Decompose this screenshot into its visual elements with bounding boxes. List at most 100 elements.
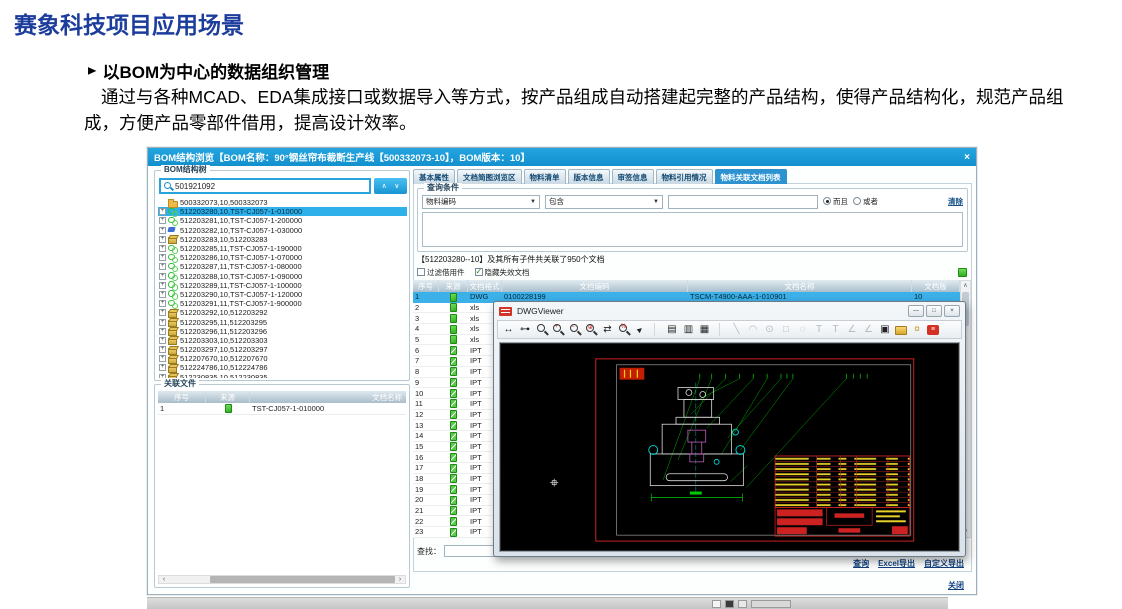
expand-icon[interactable] [159,337,166,344]
tab[interactable]: 审签信息 [612,169,654,184]
checkbox-checked-icon[interactable] [475,268,483,276]
tab[interactable]: 物料清单 [524,169,566,184]
tree-item[interactable]: 512203288,10,TST-CJ057-1-090000 [158,272,407,281]
checkbox-unchecked-icon[interactable] [417,268,425,276]
custom-export-link[interactable]: 自定义导出 [924,558,964,569]
minimize-button[interactable]: — [908,305,924,317]
clear-link[interactable]: 清除 [948,196,963,207]
radio-unselected-icon[interactable] [853,197,861,205]
expand-icon[interactable] [159,374,166,378]
tree-item[interactable]: 512207670,10,512207670 [158,354,407,363]
expand-icon[interactable] [159,282,166,289]
expand-icon[interactable] [159,245,166,252]
expand-icon[interactable] [159,319,166,326]
operator-select[interactable]: 包含 ▼ [545,195,663,209]
radio-selected-icon[interactable] [823,197,831,205]
expand-icon[interactable] [159,263,166,270]
tree-item[interactable]: 512203283,10,512203283 [158,235,407,244]
tree-item[interactable]: 512203281,10,TST-CJ057-1-200000 [158,216,407,225]
query-value-input[interactable] [668,195,818,209]
tree-item[interactable]: 512203303,10,512203303 [158,336,407,345]
expand-icon[interactable] [159,227,166,234]
tree-item[interactable]: 512203280,10,TST-CJ057-1-010000 [158,207,407,216]
tree-search-input[interactable] [173,182,367,191]
view-pan-icon[interactable]: ⇄ [601,323,614,336]
search-down-icon[interactable]: ∨ [394,182,399,190]
tree-item[interactable]: 512203297,10,512203297 [158,345,407,354]
tab[interactable]: 版本信息 [568,169,610,184]
expand-icon[interactable] [159,300,166,307]
zoom-out-icon[interactable]: − [568,323,581,336]
copy-icon[interactable]: ▤ [666,323,679,336]
tab[interactable]: 文档简图浏览区 [457,169,522,184]
zoom-window-icon[interactable] [535,323,548,336]
expand-icon[interactable] [159,309,166,316]
tree-item[interactable]: 512203290,10,TST-CJ057-1-120000 [158,290,407,299]
edit-icon[interactable]: ∠ [862,323,875,336]
expand-icon[interactable] [159,236,166,243]
circle-icon[interactable]: ⊙ [763,323,776,336]
scrollbar-thumb[interactable] [210,576,395,583]
radio-and[interactable]: 而且 [823,196,848,207]
print-icon[interactable]: ▦ [699,323,720,336]
scroll-left-icon[interactable]: ‹ [159,576,169,583]
scroll-right-icon[interactable]: › [395,576,405,583]
expand-icon[interactable] [159,273,166,280]
thumbnail-view-icon[interactable] [958,268,967,277]
horizontal-scrollbar[interactable]: ‹ › [158,575,406,584]
tree-item[interactable]: 512224786,10,512224786 [158,363,407,372]
open-folder-icon[interactable] [895,326,907,335]
rect-icon[interactable]: □ [780,323,793,336]
tree-item[interactable]: 500332073,10,500332073 [158,198,407,207]
close-link[interactable]: 关闭 [948,580,964,591]
expand-icon[interactable] [159,364,166,371]
tree-item[interactable]: 512203282,10,TST-CJ057-1-030000 [158,226,407,235]
cad-canvas[interactable] [499,342,960,552]
expand-icon[interactable] [159,254,166,261]
tree-item[interactable]: 512203286,10,TST-CJ057-1-070000 [158,253,407,262]
query-link[interactable]: 查询 [853,558,869,569]
tree-item[interactable]: 512203287,11,TST-CJ057-1-080000 [158,262,407,271]
text-icon[interactable]: T [813,323,826,336]
tree-item[interactable]: 512203296,11,512203296 [158,327,407,336]
delete-icon[interactable]: ∠ [846,323,859,336]
maximize-button[interactable]: □ [926,305,942,317]
tab[interactable]: 物料关联文档列表 [715,169,787,184]
pointer-icon[interactable]: ► [634,323,655,336]
measure-icon[interactable]: ⊶ [519,323,532,336]
expand-icon[interactable] [159,355,166,362]
preview-icon[interactable]: ▥ [682,323,695,336]
arc-icon[interactable]: ◠ [747,323,760,336]
pan-icon[interactable]: ↔ [502,323,515,336]
expand-icon[interactable] [159,328,166,335]
query-conditions-listbox[interactable] [422,212,963,247]
expand-icon[interactable] [159,208,166,215]
search-up-icon[interactable]: ∧ [382,182,387,190]
line-icon[interactable]: ╲ [730,323,743,336]
print-pdf-icon[interactable]: ≡ [927,325,939,335]
tree-item[interactable]: 512203292,10,512203292 [158,308,407,317]
filter-borrowed-checkbox[interactable]: 过滤借用件 [417,267,465,278]
hide-invalid-checkbox[interactable]: 隐藏失效文档 [475,267,530,278]
zoom-extents-icon[interactable]: ⊕ [585,323,598,336]
dwg-titlebar[interactable]: DWGViewer — □ × [494,302,965,320]
save-icon[interactable]: ▣ [879,323,892,336]
search-prev-next-buttons[interactable]: ∧ ∨ [374,178,407,194]
expand-icon[interactable] [159,217,166,224]
excel-export-link[interactable]: Excel导出 [878,558,915,569]
sign-icon[interactable]: ¤ [911,323,924,336]
tab[interactable]: 物料引用情况 [656,169,713,184]
expand-icon[interactable] [159,346,166,353]
tree-item[interactable]: 512230835,10,512230835 [158,373,407,378]
zoom-scale-icon[interactable]: % [618,323,631,336]
radio-or[interactable]: 或者 [853,196,878,207]
related-file-row[interactable]: 1 TST-CJ057-1-010000 [158,403,406,415]
tree-search-box[interactable] [159,178,371,194]
text-style-icon[interactable]: T [829,323,842,336]
field-select[interactable]: 物料编码 ▼ [422,195,540,209]
ellipse-icon[interactable]: ◌ [796,323,809,336]
tree-item[interactable]: 512203285,11,TST-CJ057-1-190000 [158,244,407,253]
zoom-in-icon[interactable]: + [552,323,565,336]
tab[interactable]: 基本属性 [413,169,455,184]
tree-item[interactable]: 512203289,11,TST-CJ057-1-100000 [158,281,407,290]
